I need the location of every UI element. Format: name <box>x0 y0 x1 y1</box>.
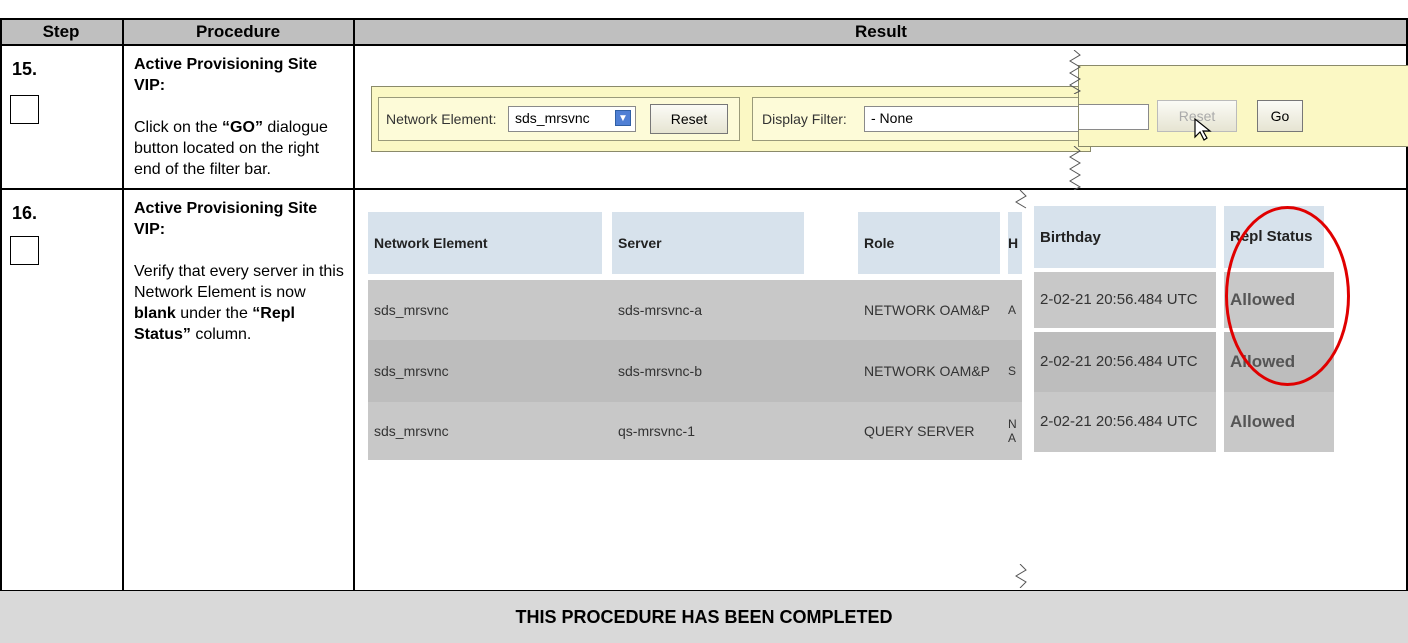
instruction-text: column. <box>190 326 252 343</box>
grid-line <box>0 188 1408 190</box>
display-filter-value: - None <box>871 110 914 126</box>
torn-edge <box>1069 50 1082 94</box>
filter-bar: Network Element: sds_mrsvnc ▼ Reset Disp… <box>371 86 1091 152</box>
display-filter-input[interactable] <box>1079 104 1149 130</box>
column-header: Server <box>612 212 804 274</box>
step-title: Active Provisioning Site VIP: <box>134 56 318 94</box>
torn-edge <box>1069 146 1082 190</box>
table-cell: NETWORK OAM&P <box>864 302 991 318</box>
table-cell: A <box>1008 303 1017 317</box>
instruction-text: Click on the <box>134 119 223 136</box>
step-number: 16. <box>12 203 38 223</box>
table-cell: sds_mrsvnc <box>374 302 449 318</box>
mouse-pointer-icon <box>1194 118 1212 141</box>
reset-button[interactable]: Reset <box>650 104 728 134</box>
grid-line <box>353 18 355 590</box>
table-cell: NETWORK OAM&P <box>864 363 991 379</box>
table-cell: 2-02-21 20:56.484 UTC <box>1034 272 1216 328</box>
grid-line <box>0 18 1408 20</box>
header-procedure: Procedure <box>122 19 354 44</box>
status-cell: Allowed <box>1224 392 1334 452</box>
table-cell: QUERY SERVER <box>864 423 975 439</box>
table-cell: sds_mrsvnc <box>374 423 449 439</box>
table-cell: 2-02-21 20:56.484 UTC <box>1034 392 1216 452</box>
display-filter-label: Display Filter: <box>762 111 847 127</box>
step-title: Active Provisioning Site VIP: <box>134 200 318 238</box>
instruction-bold: “GO” <box>222 119 263 136</box>
table-cell: N A <box>1008 417 1017 445</box>
step-checkbox[interactable] <box>10 95 39 124</box>
instruction-bold: blank <box>134 305 176 322</box>
torn-edge <box>1015 564 1027 588</box>
chevron-down-icon[interactable]: ▼ <box>615 110 631 126</box>
table-cell: S <box>1008 364 1017 378</box>
table-cell: sds_mrsvnc <box>374 363 449 379</box>
table-cell: sds-mrsvnc-a <box>618 302 703 318</box>
torn-edge <box>1015 190 1027 209</box>
grid-line <box>0 44 1408 46</box>
grid-line <box>122 18 124 590</box>
network-element-value: sds_mrsvnc <box>515 110 590 126</box>
column-header: Role <box>858 212 1000 274</box>
step-instructions: Active Provisioning Site VIP: Click on t… <box>134 54 344 180</box>
header-result: Result <box>354 19 1408 44</box>
go-button[interactable]: Go <box>1257 100 1303 132</box>
table-cell: sds-mrsvnc-b <box>618 363 703 379</box>
network-element-label: Network Element: <box>386 111 497 127</box>
column-header: Birthday <box>1034 206 1216 268</box>
step-instructions: Active Provisioning Site VIP: Verify tha… <box>134 198 344 345</box>
grid-line <box>0 18 2 643</box>
step-checkbox[interactable] <box>10 236 39 265</box>
instruction-text: Verify that every server in this Network… <box>134 263 344 301</box>
completion-banner: THIS PROCEDURE HAS BEEN COMPLETED <box>0 591 1408 643</box>
column-header: H <box>1008 212 1022 274</box>
column-header: Network Element <box>368 212 602 274</box>
table-cell: qs-mrsvnc-1 <box>618 423 696 439</box>
table-cell: 2-02-21 20:56.484 UTC <box>1034 332 1216 392</box>
instruction-text: under the <box>175 305 253 322</box>
highlight-oval <box>1225 206 1350 386</box>
procedure-page: Step Procedure Result 15. Active Provisi… <box>0 0 1408 643</box>
step-number: 15. <box>12 59 38 79</box>
display-filter-select[interactable]: - None <box>864 106 1084 132</box>
header-step: Step <box>0 19 122 44</box>
filter-bar-continued: Reset Go <box>1078 65 1408 147</box>
